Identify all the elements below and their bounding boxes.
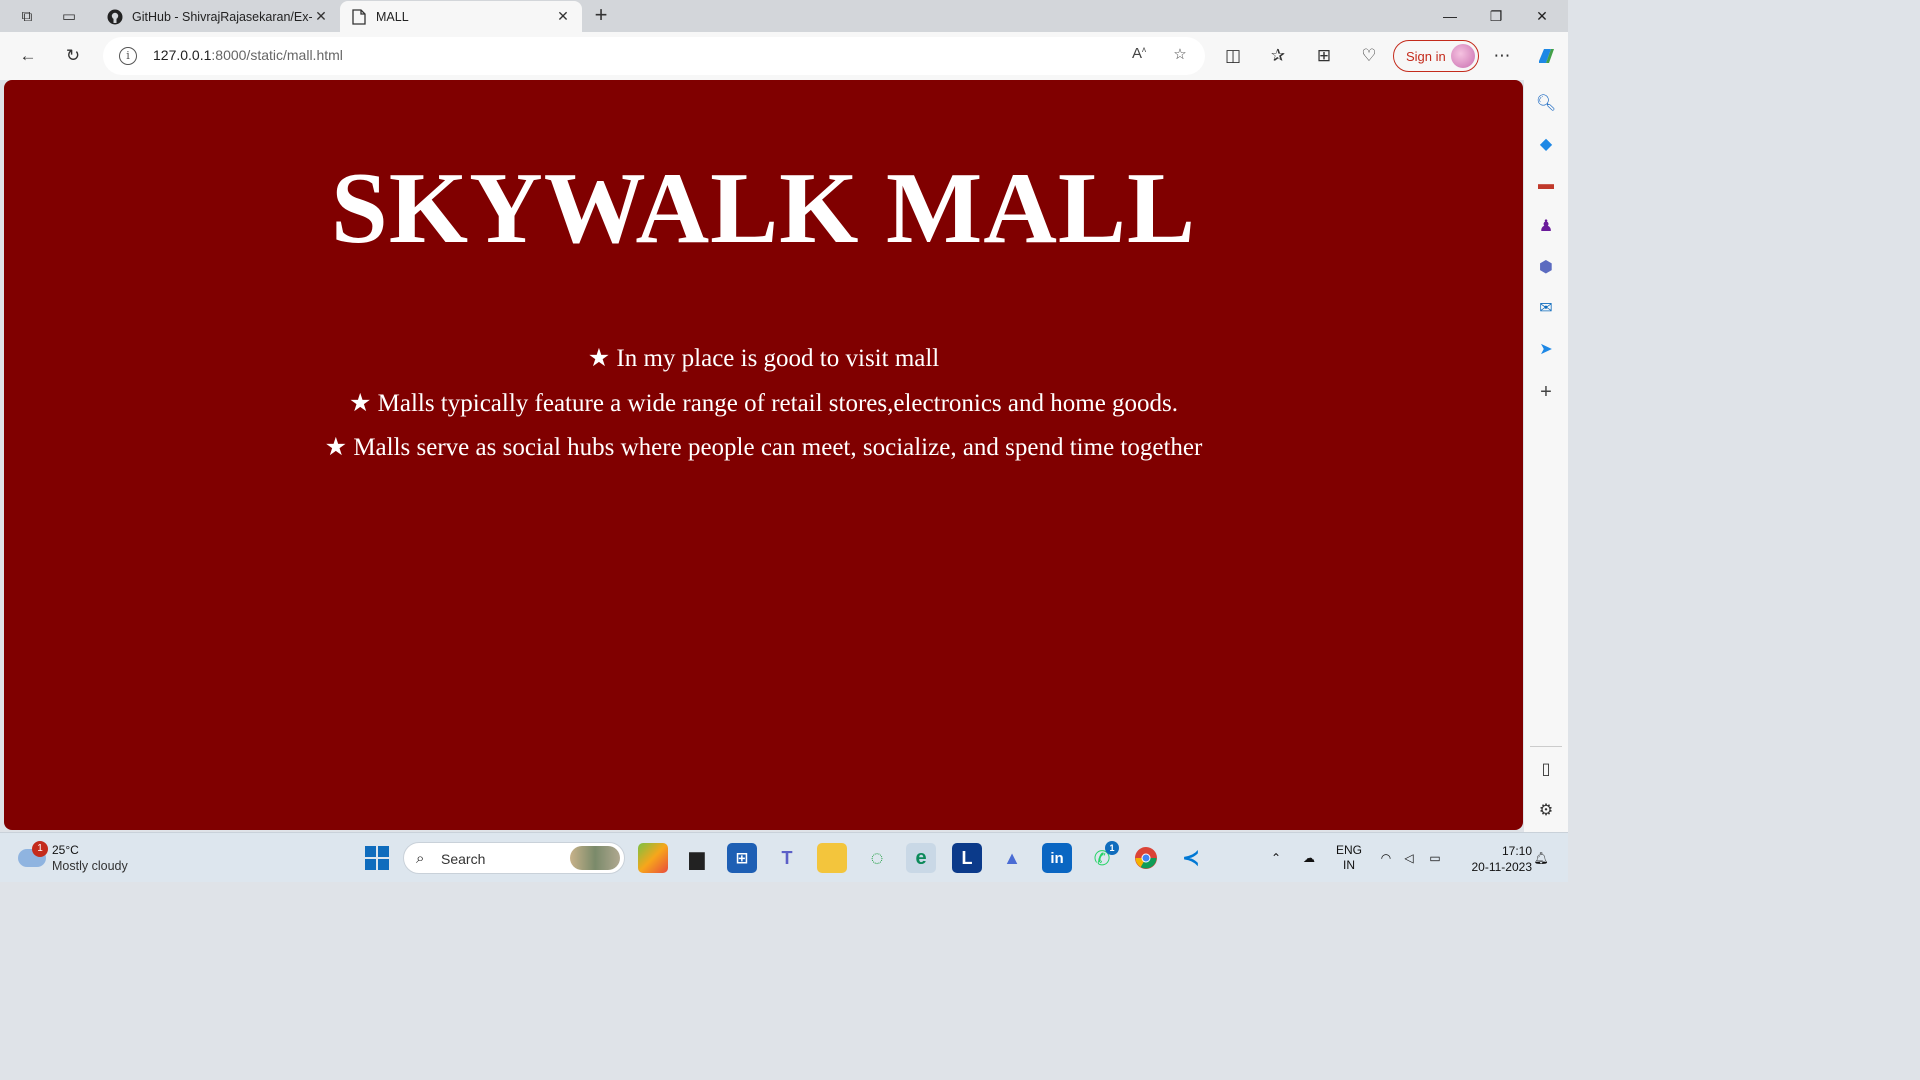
start-button[interactable] [365,846,389,870]
split-screen-icon[interactable]: ◫ [1218,42,1248,70]
outlook-icon[interactable]: ✉ [1535,297,1557,319]
linkedin-icon[interactable]: in [1042,843,1072,873]
taskbar-search[interactable]: ⌕ Search [403,842,625,874]
drop-icon[interactable]: ➤ [1535,338,1557,360]
vscode-icon[interactable]: ≺ [1176,843,1206,873]
sign-in-label: Sign in [1406,48,1446,64]
battery-icon[interactable]: ▭ [1424,833,1446,883]
search-icon[interactable]: 🔍︎ [1535,92,1557,114]
tab-actions-icon[interactable]: ▭ [55,4,83,28]
notification-badge: 1 [32,841,48,857]
add-sidebar-app-icon[interactable]: + [1535,381,1557,403]
refresh-button[interactable]: ↻ [58,42,88,70]
read-aloud-icon[interactable]: Aʌ [1127,45,1151,67]
weather-widget[interactable]: 1 25°C Mostly cloudy [18,841,158,877]
copilot-icon[interactable] [1531,42,1561,70]
tab-strip: ⧉ ▭ GitHub - ShivrajRajasekaran/Ex-0 ✕ M… [0,0,1568,32]
system-clock[interactable]: 17:10 20-11-2023 [1452,843,1533,875]
page-title: SKYWALK MALL [331,152,1196,265]
tab-mall[interactable]: MALL ✕ [340,1,582,32]
chrome-icon[interactable] [1131,843,1161,873]
more-options-icon[interactable]: ⋯ [1487,42,1517,70]
file-explorer-icon[interactable] [817,843,847,873]
hide-sidebar-icon[interactable]: ▯ [1535,758,1557,780]
new-tab-button[interactable]: + [588,4,614,28]
close-window-button[interactable]: ✕ [1519,0,1565,32]
microsoft-365-icon[interactable]: ⬢ [1535,256,1557,278]
favorites-icon[interactable]: ✰ [1263,42,1293,70]
page-icon [350,8,368,26]
edge-sidebar: 🔍︎ ◆ ▬ ♟ ⬢ ✉ ➤ + ▯ ⚙ [1524,80,1568,832]
avatar [1451,44,1475,68]
search-icon: ⌕ [416,850,425,867]
refresh-app-icon[interactable]: ◌ [862,843,892,873]
restore-button[interactable]: ❐ [1473,0,1519,32]
weather-condition: Mostly cloudy [52,859,128,873]
close-tab-icon[interactable]: ✕ [554,8,572,25]
tools-icon[interactable]: ▬ [1535,174,1557,196]
tab-title: GitHub - ShivrajRajasekaran/Ex-0 [132,9,312,24]
settings-gear-icon[interactable]: ⚙ [1535,799,1557,821]
list-item: ★ Malls serve as social hubs where peopl… [324,434,1203,461]
language-indicator[interactable]: ENG IN [1332,833,1366,883]
site-info-icon[interactable]: i [119,47,137,65]
l-app-icon[interactable]: L [952,843,982,873]
list-item: ★ Malls typically feature a wide range o… [348,389,1179,417]
search-label: Search [441,851,486,867]
tab-title: MALL [376,9,409,24]
browser-essentials-icon[interactable]: ♡ [1354,42,1384,70]
clock-date: 20-11-2023 [1471,860,1533,874]
minimize-button[interactable]: — [1427,0,1473,32]
task-view-icon[interactable]: ▆ [682,843,712,873]
favorite-star-icon[interactable]: ☆ [1168,45,1192,67]
close-tab-icon[interactable]: ✕ [312,8,330,25]
collections-icon[interactable]: ⊞ [1309,42,1339,70]
whatsapp-badge: 1 [1105,841,1119,855]
temperature: 25°C [52,843,79,857]
onedrive-error-icon[interactable]: ☁ [1298,833,1320,883]
url-text[interactable]: 127.0.0.1:8000/static/mall.html [153,47,343,63]
sidebar-divider [1530,746,1562,747]
web-page: SKYWALK MALL ★ In my place is good to vi… [4,80,1523,830]
show-hidden-icons-chevron-icon[interactable]: ⌃ [1266,833,1286,883]
teams-icon[interactable]: T [772,843,802,873]
notification-bell-icon[interactable]: 🔔︎ [1532,833,1550,883]
copilot-preview-icon[interactable] [638,843,668,873]
edge-icon[interactable]: e [906,843,936,873]
clock-time: 17:10 [1501,844,1532,858]
workspaces-icon[interactable]: ⧉ [13,4,41,28]
games-icon[interactable]: ♟ [1535,215,1557,237]
sign-in-button[interactable]: Sign in [1393,40,1479,72]
github-icon [106,8,124,26]
language-label: ENG [1335,843,1362,857]
list-item: ★ In my place is good to visit mall [587,345,940,372]
wifi-icon[interactable]: ◠ [1377,833,1395,883]
back-button[interactable]: ← [13,42,43,70]
search-highlight-image [570,846,620,870]
browser-toolbar: ← ↻ i 127.0.0.1:8000/static/mall.html Aʌ… [0,32,1568,80]
info-list: ★ In my place is good to visit mall ★ Ma… [4,337,1523,471]
windows-taskbar: 1 25°C Mostly cloudy ⌕ Search ▆ ⊞ T ◌ e … [0,832,1568,882]
tab-github[interactable]: GitHub - ShivrajRajasekaran/Ex-0 ✕ [96,1,340,32]
microsoft-store-icon[interactable]: ⊞ [727,843,757,873]
volume-icon[interactable]: ◁ [1400,833,1418,883]
whatsapp-icon[interactable]: ✆ 1 [1087,841,1119,873]
region-label: IN [1343,858,1355,872]
arc-app-icon[interactable]: ▲ [997,843,1027,873]
shopping-tag-icon[interactable]: ◆ [1535,133,1557,155]
address-bar[interactable]: i 127.0.0.1:8000/static/mall.html Aʌ ☆ [103,37,1205,75]
